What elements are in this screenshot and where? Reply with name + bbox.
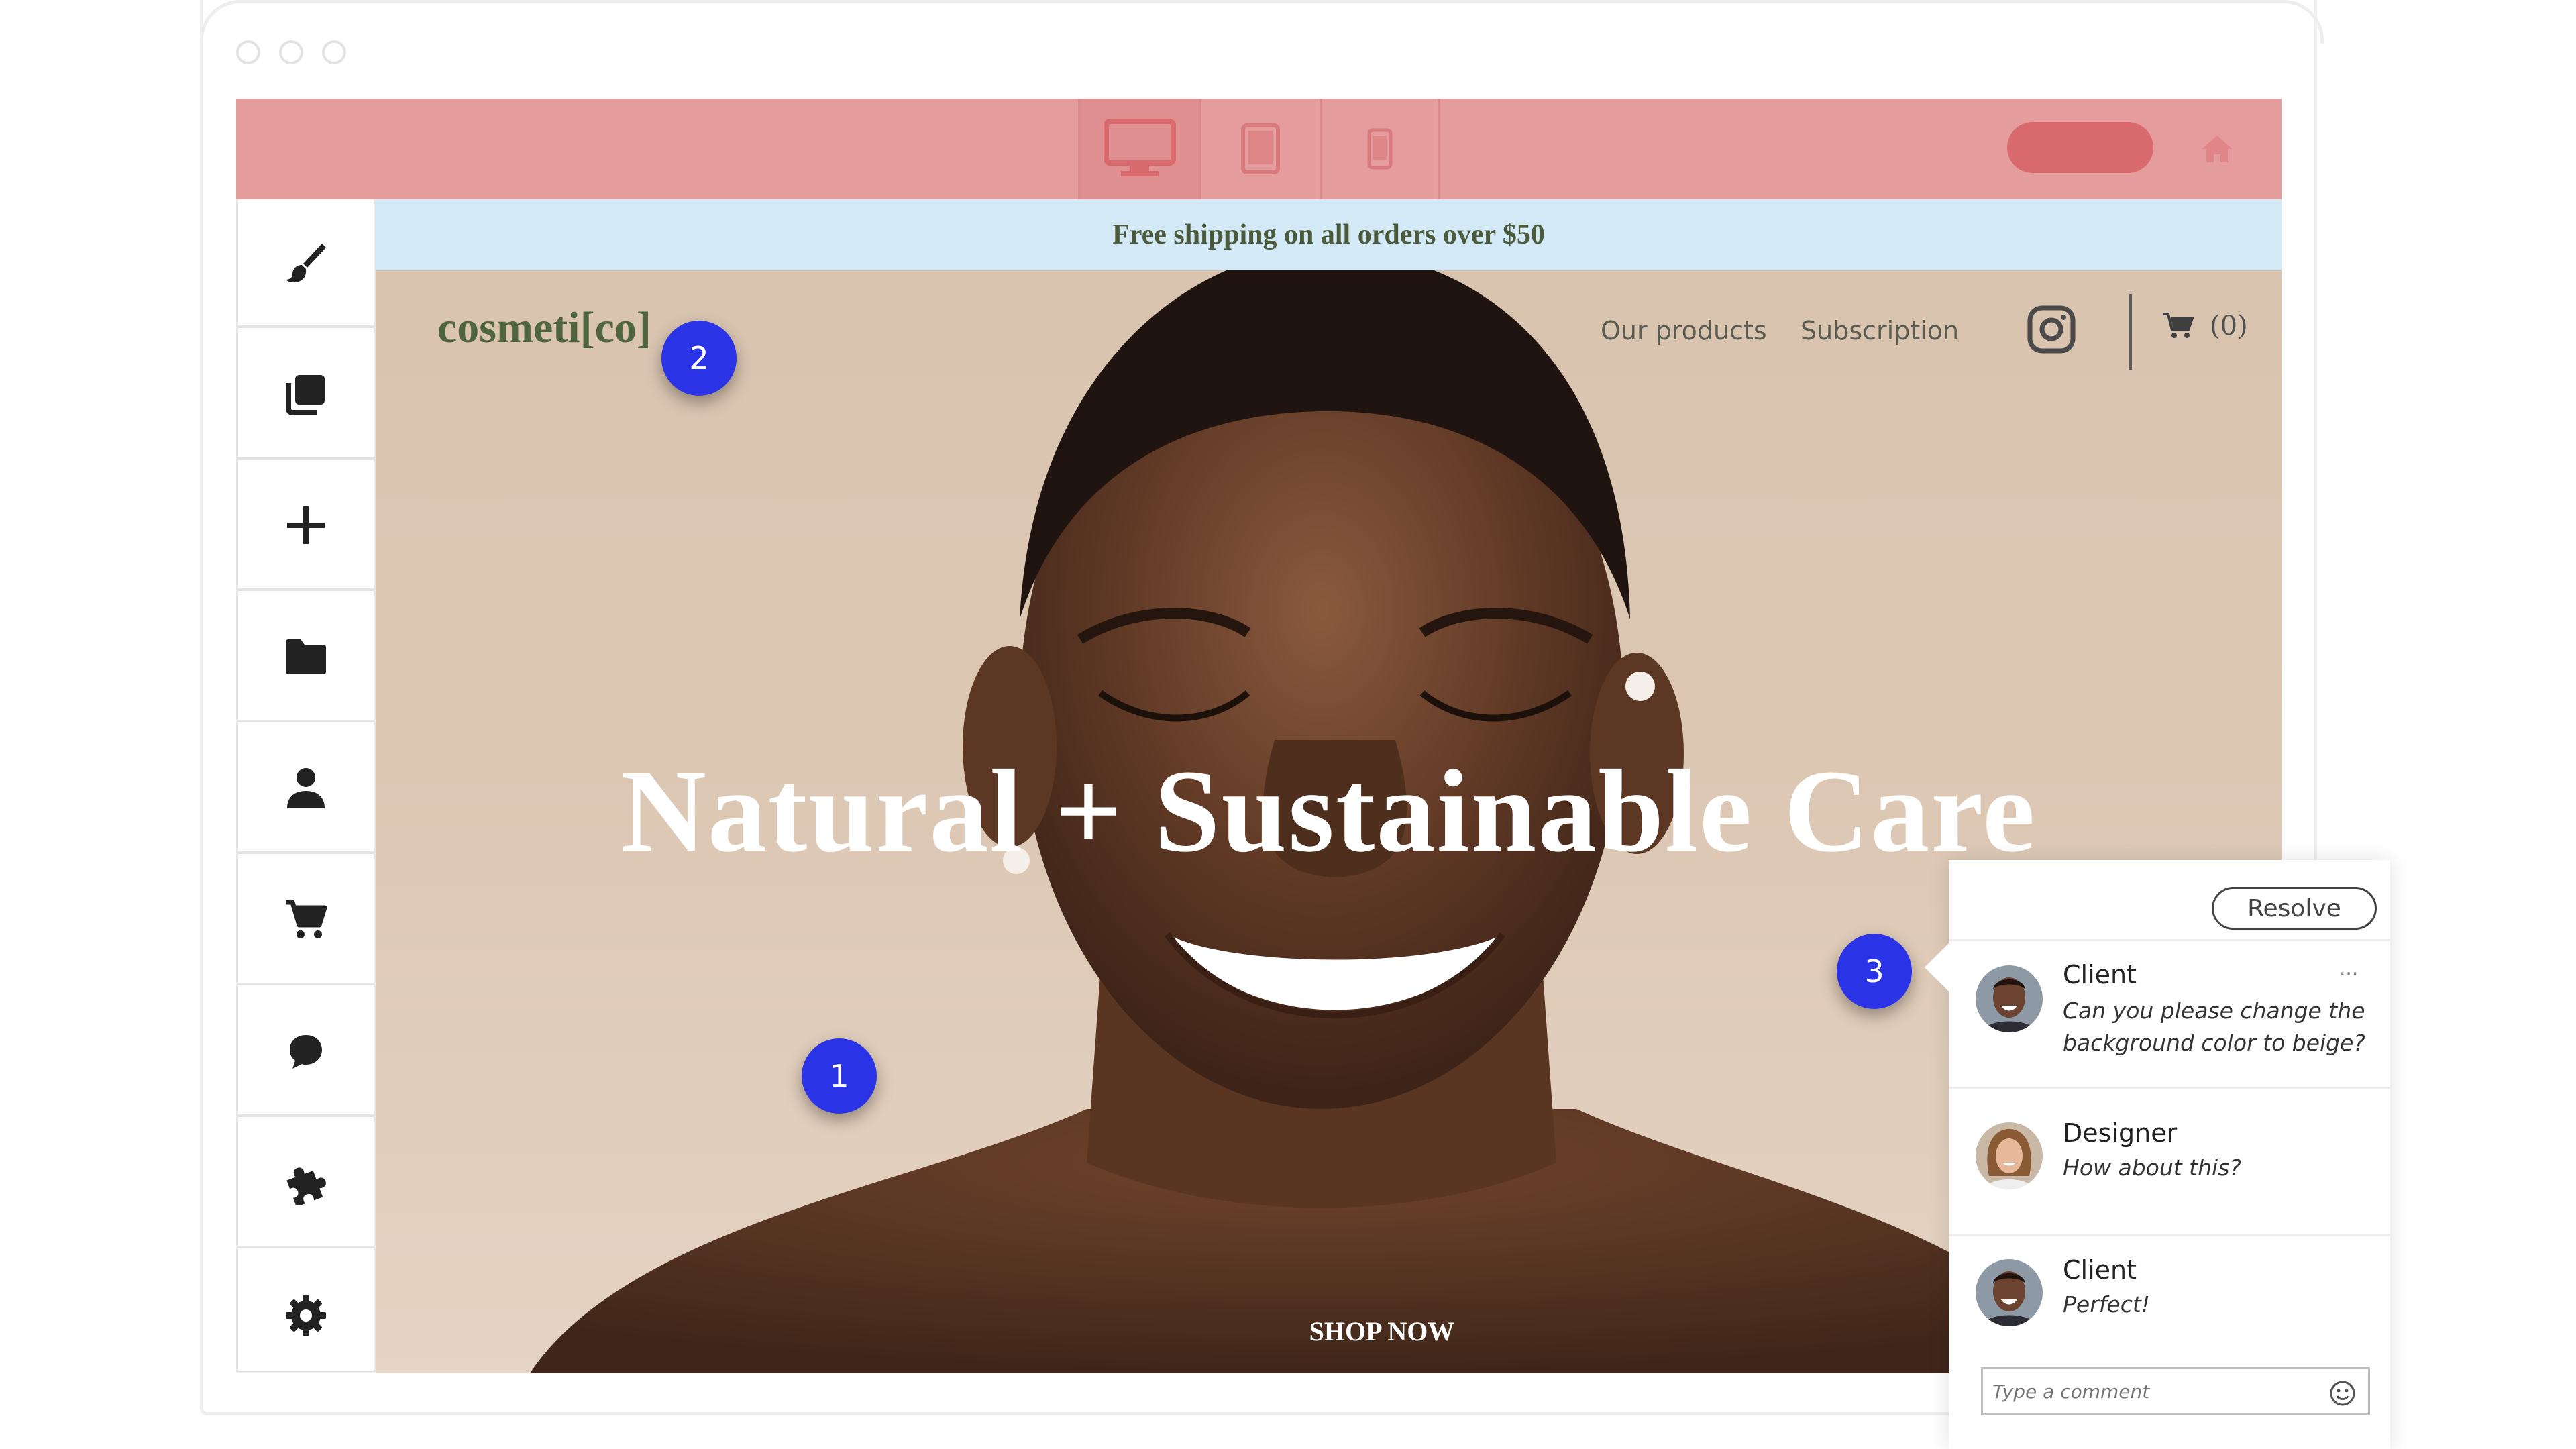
comment-text: Perfect!	[2063, 1291, 2151, 1318]
mobile-icon	[1367, 128, 1393, 170]
app-stage: Free shipping on all orders over $50 cos…	[0, 0, 2576, 1449]
desktop-view-button[interactable]	[1078, 99, 1199, 199]
window-minimize-dot[interactable]	[279, 40, 303, 64]
chat-icon	[290, 1035, 322, 1069]
editor-sidebar	[236, 199, 376, 1373]
plus-icon	[287, 506, 325, 544]
desktop-icon	[1104, 119, 1176, 176]
comment-text: Can you please change the background col…	[2063, 998, 2365, 1056]
designer-avatar-image	[1976, 1122, 2043, 1189]
comment-item: Designer How about this?	[1949, 1087, 2390, 1234]
comment-pointer	[1925, 943, 1949, 991]
comment-input-box	[1981, 1367, 2370, 1415]
client-avatar-image	[1976, 965, 2043, 1032]
hero-title: Natural + Sustainable Care	[621, 746, 2037, 877]
home-icon	[2202, 136, 2233, 162]
brush-icon	[286, 244, 326, 283]
promo-banner: Free shipping on all orders over $50	[376, 199, 2282, 270]
device-switcher	[1078, 99, 1446, 199]
comment-author: Client	[2063, 1255, 2137, 1285]
comment-input[interactable]	[1983, 1369, 2312, 1413]
tablet-view-button[interactable]	[1199, 99, 1320, 199]
shopping-cart-icon	[2163, 313, 2194, 338]
comment-author: Client	[2063, 960, 2137, 989]
nav-subscription[interactable]: Subscription	[1801, 316, 1959, 345]
client-avatar-image	[1976, 1259, 2043, 1326]
avatar	[1976, 1259, 2043, 1326]
folder-icon	[286, 639, 326, 674]
more-options-icon[interactable]: ...	[2339, 955, 2358, 981]
comments-panel: Resolve Client ... Can you please change…	[1925, 860, 2390, 1449]
user-icon	[287, 768, 325, 808]
cart-count-value: 0	[2220, 311, 2238, 341]
nav-divider	[2129, 294, 2132, 370]
comment-marker-2[interactable]: 2	[661, 321, 737, 396]
cart-button[interactable]: (0)	[2163, 311, 2248, 341]
emoji-icon[interactable]	[2329, 1380, 2356, 1407]
tablet-icon	[1241, 123, 1280, 174]
comment-text: How about this?	[2063, 1155, 2241, 1181]
window-close-dot[interactable]	[236, 40, 260, 64]
comment-marker-1[interactable]: 1	[802, 1038, 877, 1114]
sidebar-item-users[interactable]	[238, 725, 374, 854]
sidebar-item-add[interactable]	[238, 462, 374, 591]
comment-item: Client Perfect!	[1949, 1234, 2390, 1355]
home-button[interactable]	[2194, 125, 2241, 172]
comment-author: Designer	[2063, 1118, 2178, 1148]
comment-item: Client ... Can you please change the bac…	[1949, 939, 2390, 1087]
sidebar-item-chat[interactable]	[238, 988, 374, 1117]
resolve-button[interactable]: Resolve	[2212, 887, 2377, 930]
puzzle-icon	[286, 1167, 326, 1205]
shop-now-button[interactable]: SHOP NOW	[1281, 1316, 1483, 1347]
instagram-icon[interactable]	[2027, 305, 2076, 354]
nav-our-products[interactable]: Our products	[1601, 316, 1767, 345]
gear-icon	[286, 1295, 326, 1336]
sidebar-item-pages[interactable]	[238, 331, 374, 460]
cart-count: (0)	[2210, 311, 2248, 341]
site-logo[interactable]: cosmeti[co]	[437, 303, 651, 354]
sidebar-item-store[interactable]	[238, 857, 374, 985]
avatar	[1976, 965, 2043, 1032]
editor-toolbar	[236, 99, 2282, 199]
avatar	[1976, 1122, 2043, 1189]
mobile-view-button[interactable]	[1320, 99, 1440, 199]
sidebar-item-design[interactable]	[238, 199, 374, 328]
window-maximize-dot[interactable]	[322, 40, 346, 64]
cart-icon	[286, 900, 327, 938]
comment-marker-3[interactable]: 3	[1837, 934, 1912, 1009]
layers-icon	[286, 375, 325, 415]
publish-button[interactable]	[2007, 122, 2153, 173]
sidebar-item-files[interactable]	[238, 594, 374, 722]
sidebar-item-plugins[interactable]	[238, 1120, 374, 1248]
sidebar-item-settings[interactable]	[238, 1251, 374, 1380]
